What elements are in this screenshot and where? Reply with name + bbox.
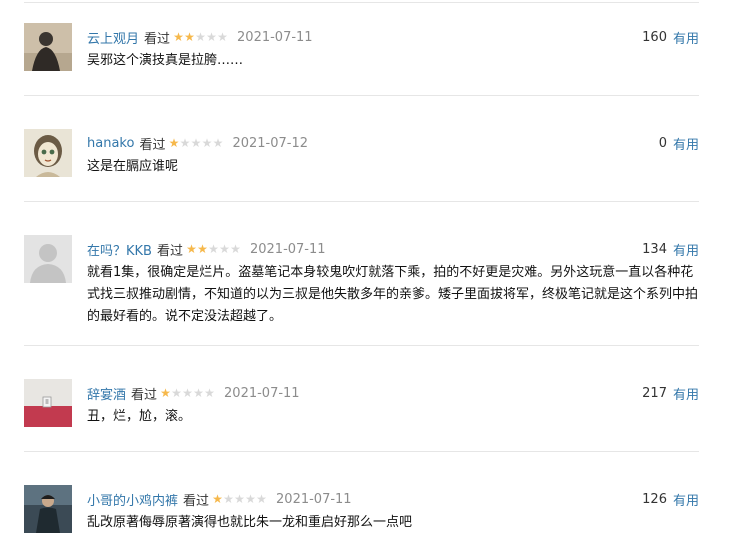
useful-vote: 160 有用 xyxy=(642,27,699,47)
star-icon: ★ xyxy=(204,386,215,400)
useful-button[interactable]: 有用 xyxy=(673,240,699,259)
review-text: 丑，烂，尬，滚。 xyxy=(87,409,192,424)
rating-stars: ★ ★ ★ ★ ★ xyxy=(212,493,267,505)
star-icon: ★ xyxy=(206,30,217,44)
star-icon: ★ xyxy=(230,242,241,256)
useful-vote: 126 有用 xyxy=(642,489,699,509)
avatar[interactable] xyxy=(24,235,72,283)
useful-vote: 0 有用 xyxy=(659,133,699,153)
avatar[interactable] xyxy=(24,23,72,71)
star-icon: ★ xyxy=(173,30,184,44)
useful-button[interactable]: 有用 xyxy=(673,134,699,153)
star-icon: ★ xyxy=(212,136,224,150)
star-icon: ★ xyxy=(186,242,197,256)
vote-count: 0 xyxy=(658,135,667,151)
review-date: 2021-07-11 xyxy=(224,385,300,401)
star-icon: ★ xyxy=(179,136,191,150)
divider xyxy=(24,451,699,452)
star-icon: ★ xyxy=(219,242,230,256)
review-text: 吴邪这个演技真是拉胯…… xyxy=(87,53,244,68)
divider xyxy=(24,345,699,346)
star-icon: ★ xyxy=(182,386,193,400)
useful-button[interactable]: 有用 xyxy=(673,28,699,47)
star-icon: ★ xyxy=(217,30,228,44)
watched-status: 看过 xyxy=(156,243,183,259)
star-icon: ★ xyxy=(168,136,180,150)
reviewer-name[interactable]: 在吗？KKB xyxy=(87,240,152,259)
review-text: 乱改原著侮辱原著演得也就比朱一龙和重启好那么一点吧 xyxy=(87,515,413,530)
star-icon: ★ xyxy=(193,386,204,400)
star-icon: ★ xyxy=(195,30,206,44)
star-icon: ★ xyxy=(201,136,213,150)
star-icon: ★ xyxy=(197,242,208,256)
rating-stars: ★ ★ ★ ★ ★ xyxy=(186,243,241,255)
watched-status: 看过 xyxy=(139,137,166,153)
useful-vote: 217 有用 xyxy=(642,383,699,403)
star-icon: ★ xyxy=(160,386,171,400)
review-date: 2021-07-11 xyxy=(249,241,326,257)
review-date: 2021-07-11 xyxy=(276,491,352,507)
review-text: 这是在膈应谁呢 xyxy=(87,159,179,174)
useful-button[interactable]: 有用 xyxy=(673,384,699,403)
star-icon: ★ xyxy=(171,386,182,400)
avatar[interactable] xyxy=(24,129,72,177)
divider xyxy=(24,201,699,202)
reviewer-name[interactable]: hanako xyxy=(87,136,134,151)
vote-count: 134 xyxy=(642,241,667,257)
star-icon: ★ xyxy=(190,136,202,150)
useful-button[interactable]: 有用 xyxy=(673,490,699,509)
rating-stars: ★ ★ ★ ★ ★ xyxy=(160,387,215,399)
star-icon: ★ xyxy=(234,492,245,506)
useful-vote: 134 有用 xyxy=(642,239,699,259)
watched-status: 看过 xyxy=(144,31,171,47)
watched-status: 看过 xyxy=(183,493,210,509)
review-date: 2021-07-12 xyxy=(232,135,309,151)
vote-count: 126 xyxy=(642,491,667,507)
reviewer-name[interactable]: 小哥的小鸡内裤 xyxy=(87,490,178,509)
rating-stars: ★ ★ ★ ★ ★ xyxy=(173,31,228,43)
avatar[interactable] xyxy=(24,485,72,533)
review-text: 就看1集，很确定是烂片。盗墓笔记本身较鬼吹灯就落下乘，拍的不好更是灾难。另外这玩… xyxy=(87,265,699,324)
avatar[interactable] xyxy=(24,379,72,427)
vote-count: 217 xyxy=(642,385,667,401)
star-icon: ★ xyxy=(184,30,195,44)
star-icon: ★ xyxy=(223,492,234,506)
star-icon: ★ xyxy=(245,492,256,506)
star-icon: ★ xyxy=(208,242,219,256)
rating-stars: ★ ★ ★ ★ ★ xyxy=(168,136,224,150)
star-icon: ★ xyxy=(256,492,267,506)
star-icon: ★ xyxy=(212,492,223,506)
watched-status: 看过 xyxy=(131,387,158,403)
vote-count: 160 xyxy=(642,29,667,45)
reviewer-name[interactable]: 辞宴酒 xyxy=(87,384,126,403)
reviewer-name[interactable]: 云上观月 xyxy=(87,28,139,47)
divider xyxy=(24,95,699,96)
review-date: 2021-07-11 xyxy=(237,29,313,45)
top-divider xyxy=(24,2,699,3)
